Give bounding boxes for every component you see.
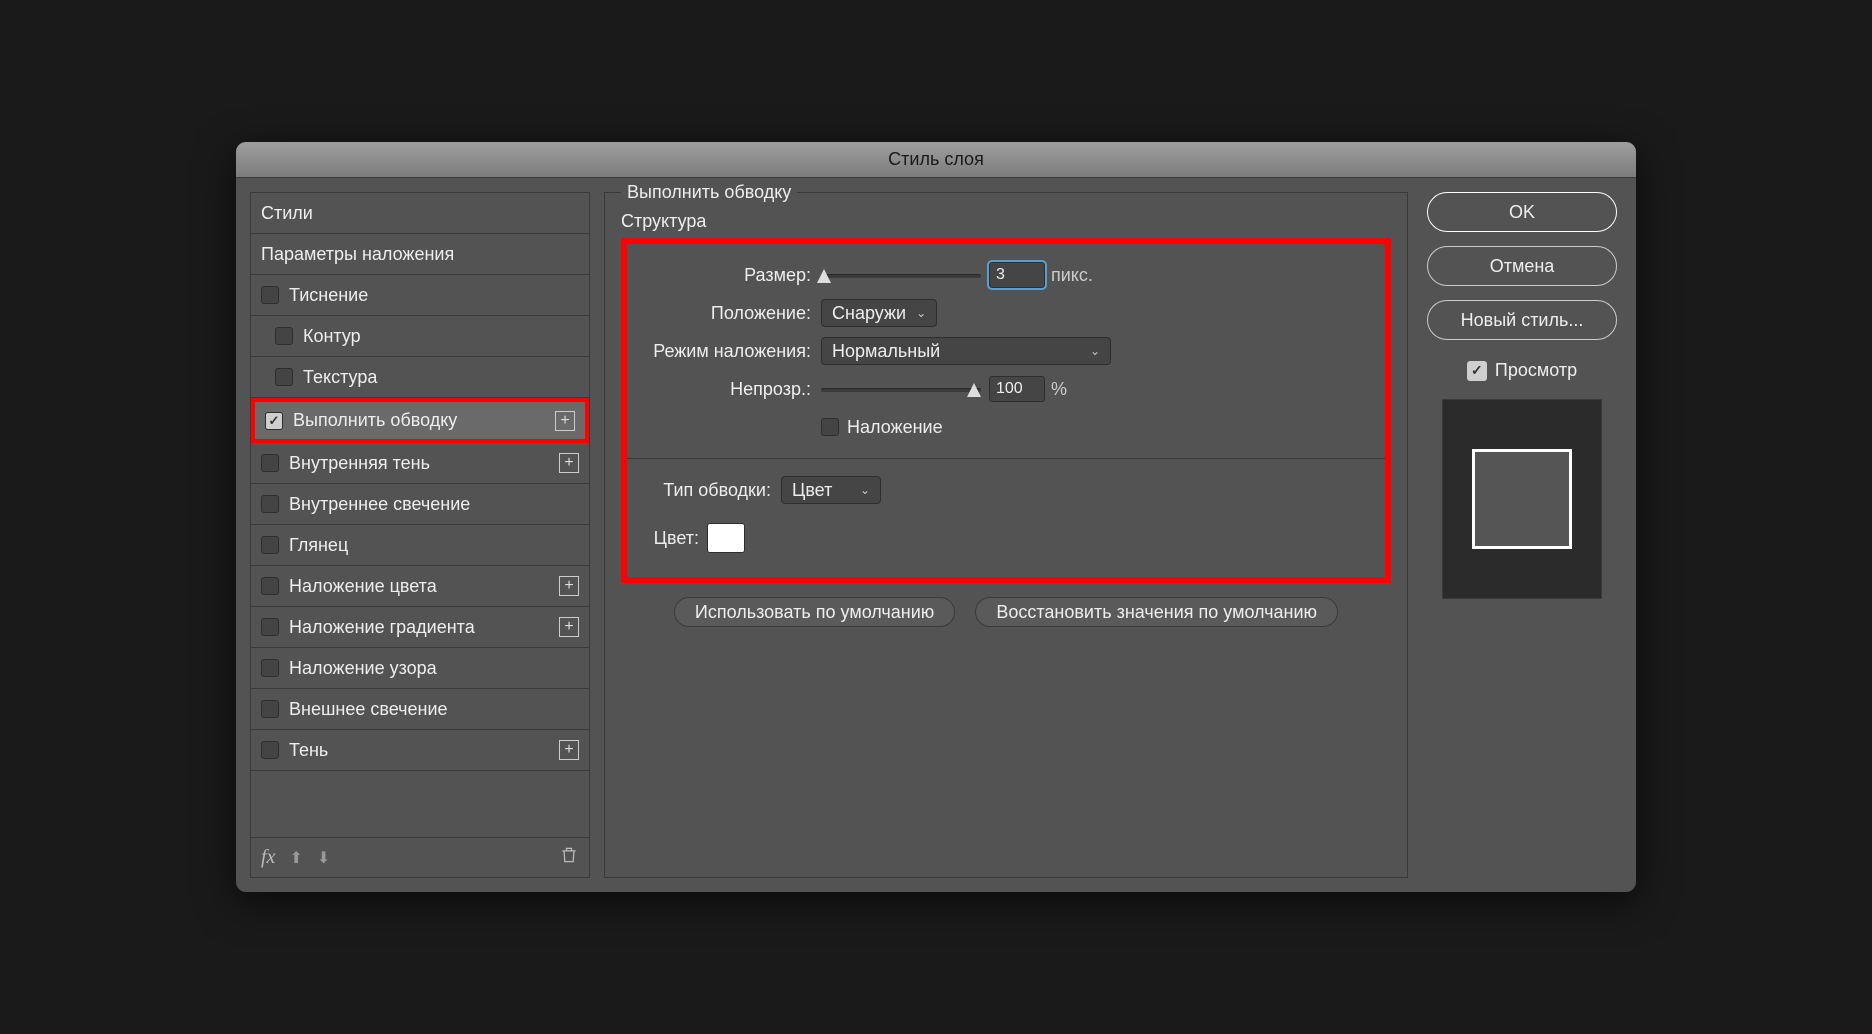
blend-mode-select[interactable]: Нормальный ⌄ [821,337,1111,365]
fx-icon[interactable]: fx [261,846,275,869]
size-label: Размер: [651,265,811,286]
blend-mode-label: Режим наложения: [651,341,811,362]
sidebar-item-inner-shadow[interactable]: Внутренняя тень + [251,443,589,484]
sidebar-item-inner-glow[interactable]: Внутреннее свечение [251,484,589,525]
opacity-unit: % [1051,379,1067,400]
checkbox-icon[interactable] [261,286,279,304]
style-list: Стили Параметры наложения Тиснение Конту… [250,192,590,838]
chevron-down-icon: ⌄ [916,306,926,320]
sidebar-header-styles[interactable]: Стили [251,193,589,234]
structure-legend: Структура [621,211,1391,232]
opacity-row: Непрозр.: % [651,370,1361,408]
new-style-button[interactable]: Новый стиль... [1427,300,1617,340]
blend-mode-row: Режим наложения: Нормальный ⌄ [651,332,1361,370]
sidebar-item-drop-shadow[interactable]: Тень + [251,730,589,771]
checkbox-icon[interactable] [261,495,279,513]
opacity-slider[interactable] [821,379,981,399]
reset-default-button[interactable]: Восстановить значения по умолчанию [975,597,1338,627]
preview-checkbox-row[interactable]: Просмотр [1467,360,1577,381]
sidebar-item-outer-glow[interactable]: Внешнее свечение [251,689,589,730]
plus-icon[interactable]: + [559,453,579,473]
dialog-title: Стиль слоя [888,149,984,170]
preview-thumbnail [1442,399,1602,599]
checkbox-icon[interactable] [1467,361,1487,381]
highlighted-region: Размер: пикс. Положение: Снаружи [621,238,1391,583]
chevron-down-icon: ⌄ [1090,344,1100,358]
opacity-label: Непрозр.: [651,379,811,400]
checkbox-icon[interactable] [261,741,279,759]
size-input[interactable] [989,262,1045,288]
dialog-content: Стили Параметры наложения Тиснение Конту… [236,178,1636,892]
checkbox-icon[interactable] [261,577,279,595]
preview-swatch [1472,449,1572,549]
position-select[interactable]: Снаружи ⌄ [821,299,937,327]
make-default-button[interactable]: Использовать по умолчанию [674,597,955,627]
checkbox-icon[interactable] [275,368,293,386]
position-label: Положение: [651,303,811,324]
checkbox-icon[interactable] [261,536,279,554]
plus-icon[interactable]: + [559,740,579,760]
checkbox-icon[interactable] [261,700,279,718]
sidebar-item-stroke[interactable]: Выполнить обводку + [251,398,589,443]
stroke-fieldset: Выполнить обводку Структура Размер: пикс… [604,192,1408,878]
sidebar-item-gradient-overlay[interactable]: Наложение градиента + [251,607,589,648]
structure-group: Структура Размер: пикс. По [621,201,1391,583]
layer-style-dialog: Стиль слоя Стили Параметры наложения Тис… [236,142,1636,892]
preview-label: Просмотр [1495,360,1577,381]
fill-type-row: Тип обводки: Цвет ⌄ [651,471,1361,509]
sidebar-item-bevel[interactable]: Тиснение [251,275,589,316]
checkbox-icon[interactable] [261,454,279,472]
checkbox-icon[interactable] [261,618,279,636]
overprint-label: Наложение [847,417,943,438]
sidebar-item-satin[interactable]: Глянец [251,525,589,566]
position-row: Положение: Снаружи ⌄ [651,294,1361,332]
fill-type-select[interactable]: Цвет ⌄ [781,476,881,504]
arrow-up-icon[interactable]: ⬆ [289,848,302,868]
right-panel: OK Отмена Новый стиль... Просмотр [1422,192,1622,878]
sidebar-footer: fx ⬆ ⬇ [250,838,590,878]
trash-icon[interactable] [559,845,579,870]
overprint-row: Наложение [651,408,1361,446]
sidebar-item-pattern-overlay[interactable]: Наложение узора [251,648,589,689]
sidebar: Стили Параметры наложения Тиснение Конту… [250,192,590,878]
size-unit: пикс. [1051,265,1093,286]
chevron-down-icon: ⌄ [860,483,870,497]
sidebar-header-blending[interactable]: Параметры наложения [251,234,589,275]
default-buttons: Использовать по умолчанию Восстановить з… [621,587,1391,637]
sidebar-item-texture[interactable]: Текстура [251,357,589,398]
size-row: Размер: пикс. [651,256,1361,294]
divider [627,458,1385,459]
size-slider[interactable] [821,265,981,285]
title-bar[interactable]: Стиль слоя [236,142,1636,178]
plus-icon[interactable]: + [555,411,575,431]
color-swatch[interactable] [707,523,745,553]
plus-icon[interactable]: + [559,617,579,637]
plus-icon[interactable]: + [559,576,579,596]
fill-type-label: Тип обводки: [651,480,771,501]
cancel-button[interactable]: Отмена [1427,246,1617,286]
sidebar-item-color-overlay[interactable]: Наложение цвета + [251,566,589,607]
color-row: Цвет: [651,519,1361,557]
checkbox-icon[interactable] [261,659,279,677]
color-label: Цвет: [651,528,699,549]
fieldset-legend: Выполнить обводку [621,182,797,203]
overprint-checkbox[interactable] [821,418,839,436]
checkbox-icon[interactable] [275,327,293,345]
sidebar-item-contour[interactable]: Контур [251,316,589,357]
main-panel: Выполнить обводку Структура Размер: пикс… [604,192,1408,878]
arrow-down-icon[interactable]: ⬇ [317,848,330,868]
opacity-input[interactable] [989,376,1045,402]
ok-button[interactable]: OK [1427,192,1617,232]
checkbox-icon[interactable] [265,412,283,430]
